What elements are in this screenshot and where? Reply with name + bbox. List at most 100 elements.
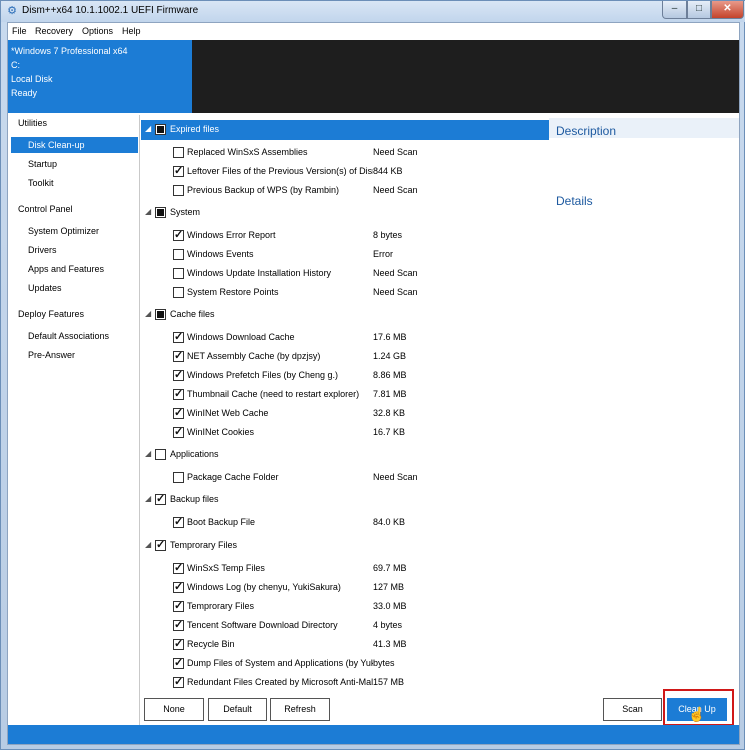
collapse-arrow-icon[interactable]: ◢ (145, 540, 151, 549)
list-item[interactable]: Windows Update Installation History Need… (141, 265, 549, 283)
default-button[interactable]: Default (208, 698, 267, 721)
sidebar-item-toolkit[interactable]: Toolkit (8, 175, 139, 191)
item-checkbox[interactable] (173, 599, 184, 612)
item-checkbox[interactable] (173, 425, 184, 438)
item-size: 7.81 MB (373, 389, 407, 399)
group-checkbox[interactable] (155, 124, 166, 135)
list-item[interactable]: Windows Events Error (141, 246, 549, 264)
menu-help[interactable]: Help (122, 26, 141, 36)
sidebar-item-apps-features[interactable]: Apps and Features (8, 261, 139, 277)
item-size: Need Scan (373, 185, 418, 195)
sidebar-item-updates[interactable]: Updates (8, 280, 139, 296)
item-checkbox[interactable] (173, 618, 184, 631)
item-checkbox[interactable] (173, 330, 184, 343)
item-checkbox[interactable] (173, 656, 184, 669)
collapse-arrow-icon[interactable]: ◢ (145, 494, 151, 503)
list-item[interactable]: Windows Error Report 8 bytes (141, 227, 549, 245)
sidebar-category-deploy-features[interactable]: Deploy Features (8, 306, 139, 322)
menu-file[interactable]: File (12, 26, 27, 36)
description-title: Description (556, 124, 617, 138)
list-item[interactable]: Redundant Files Created by Microsoft Ant… (141, 674, 549, 692)
group-checkbox[interactable] (155, 207, 166, 218)
item-checkbox[interactable] (173, 368, 184, 381)
group-checkbox[interactable] (155, 309, 166, 320)
sidebar-item-disk-cleanup[interactable]: Disk Clean-up (11, 137, 138, 153)
item-label: Windows Error Report (187, 230, 276, 240)
collapse-arrow-icon[interactable]: ◢ (145, 207, 151, 216)
list-item[interactable]: Dump Files of System and Applications (b… (141, 655, 549, 673)
list-item[interactable]: Windows Download Cache 17.6 MB (141, 329, 549, 347)
item-checkbox[interactable] (173, 164, 184, 177)
list-item[interactable]: Package Cache Folder Need Scan (141, 469, 549, 487)
item-checkbox[interactable] (173, 675, 184, 688)
item-checkbox[interactable] (173, 185, 184, 196)
item-checkbox[interactable] (173, 147, 184, 158)
list-item[interactable]: Thumbnail Cache (need to restart explore… (141, 386, 549, 404)
item-checkbox[interactable] (173, 561, 184, 574)
list-item[interactable]: WinINet Web Cache 32.8 KB (141, 405, 549, 423)
minimize-button[interactable]: – (662, 1, 687, 19)
sidebar-item-drivers[interactable]: Drivers (8, 242, 139, 258)
item-size: 4 bytes (373, 620, 403, 630)
scan-button[interactable]: Scan (603, 698, 662, 721)
list-item[interactable]: Recycle Bin 41.3 MB (141, 636, 549, 654)
item-checkbox[interactable] (173, 406, 184, 419)
list-item[interactable]: Windows Log (by chenyu, YukiSakura) 127 … (141, 579, 549, 597)
list-item[interactable]: System Restore Points Need Scan (141, 284, 549, 302)
list-item[interactable]: WinINet Cookies 16.7 KB (141, 424, 549, 442)
item-checkbox[interactable] (173, 349, 184, 362)
group-system[interactable]: ◢ System (141, 203, 549, 223)
list-item[interactable]: Replaced WinSxS Assemblies Need Scan (141, 144, 549, 162)
none-button[interactable]: None (144, 698, 204, 721)
list-item[interactable]: WinSxS Temp Files 69.7 MB (141, 560, 549, 578)
item-size: 32.8 KB (373, 408, 406, 418)
list-item[interactable]: Boot Backup File 84.0 KB (141, 514, 549, 532)
sidebar-category-utilities[interactable]: Utilities (8, 115, 139, 131)
sidebar-item-system-optimizer[interactable]: System Optimizer (8, 223, 139, 239)
menu-recovery[interactable]: Recovery (35, 26, 73, 36)
refresh-button[interactable]: Refresh (270, 698, 330, 721)
maximize-button[interactable]: □ (687, 1, 711, 19)
item-label: Previous Backup of WPS (by Rambin) (187, 185, 340, 195)
group-temporary-files[interactable]: ◢ Temprorary Files (141, 536, 549, 556)
session-info-panel[interactable]: *Windows 7 Professional x64 C: Local Dis… (8, 40, 192, 113)
close-button[interactable]: ✕ (711, 1, 744, 19)
item-checkbox[interactable] (173, 387, 184, 400)
item-checkbox[interactable] (173, 637, 184, 650)
item-label: Boot Backup File (187, 517, 256, 527)
group-checkbox[interactable] (155, 538, 166, 551)
collapse-arrow-icon[interactable]: ◢ (145, 124, 151, 133)
menu-options[interactable]: Options (82, 26, 113, 36)
group-backup-files[interactable]: ◢ Backup files (141, 490, 549, 510)
item-checkbox[interactable] (173, 268, 184, 279)
group-checkbox[interactable] (155, 449, 166, 460)
item-checkbox[interactable] (173, 515, 184, 528)
sidebar-item-startup[interactable]: Startup (8, 156, 139, 172)
list-item[interactable]: Leftover Files of the Previous Version(s… (141, 163, 549, 181)
item-checkbox[interactable] (173, 249, 184, 260)
item-checkbox[interactable] (173, 228, 184, 241)
hand-cursor-icon: ☝ (688, 706, 706, 722)
sidebar-item-default-associations[interactable]: Default Associations (8, 328, 139, 344)
collapse-arrow-icon[interactable]: ◢ (145, 449, 151, 458)
item-checkbox[interactable] (173, 472, 184, 483)
item-checkbox[interactable] (173, 287, 184, 298)
group-label: Backup files (170, 494, 219, 504)
item-size: 41.3 MB (373, 639, 407, 649)
list-item[interactable]: Temprorary Files 33.0 MB (141, 598, 549, 616)
item-checkbox[interactable] (173, 580, 184, 593)
group-checkbox[interactable] (155, 492, 166, 505)
sidebar-category-control-panel[interactable]: Control Panel (8, 201, 139, 217)
sidebar-item-pre-answer[interactable]: Pre-Answer (8, 347, 139, 363)
item-size: 17.6 MB (373, 332, 407, 342)
list-item[interactable]: Previous Backup of WPS (by Rambin) Need … (141, 182, 549, 200)
list-item[interactable]: Tencent Software Download Directory 4 by… (141, 617, 549, 635)
item-label: WinINet Web Cache (187, 408, 269, 418)
group-expired-files[interactable]: ◢ Expired files (141, 120, 549, 140)
group-cache-files[interactable]: ◢ Cache files (141, 305, 549, 325)
title-bar[interactable]: ⚙ Dism++x64 10.1.1002.1 UEFI Firmware (1, 1, 745, 22)
list-item[interactable]: Windows Prefetch Files (by Cheng g.) 8.8… (141, 367, 549, 385)
collapse-arrow-icon[interactable]: ◢ (145, 309, 151, 318)
group-applications[interactable]: ◢ Applications (141, 445, 549, 465)
list-item[interactable]: NET Assembly Cache (by dpzjsy) 1.24 GB (141, 348, 549, 366)
